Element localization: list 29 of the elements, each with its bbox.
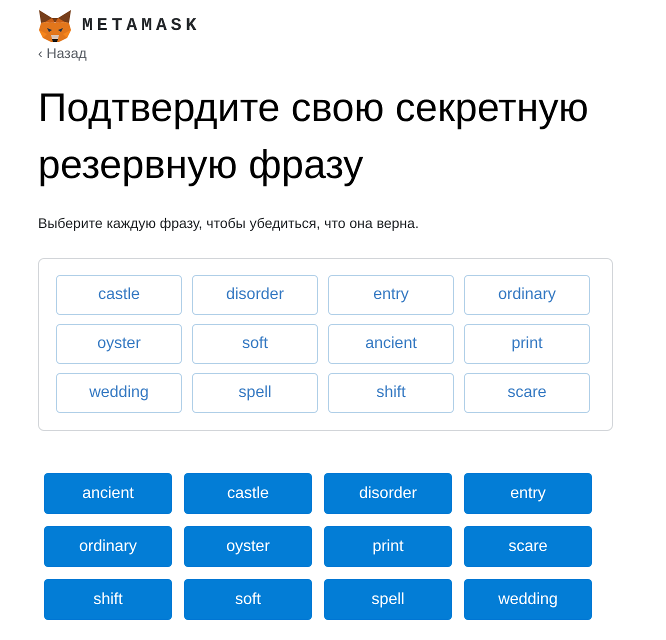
word-button[interactable]: print bbox=[324, 526, 452, 567]
instruction-text: Выберите каждую фразу, чтобы убедиться, что она верна. bbox=[38, 214, 420, 232]
selected-word-chip[interactable]: oyster bbox=[56, 324, 182, 364]
selected-word-chip[interactable]: ordinary bbox=[464, 275, 590, 315]
word-button[interactable]: soft bbox=[184, 579, 312, 620]
selected-word-chip[interactable]: scare bbox=[464, 373, 590, 413]
selected-word-chip[interactable]: spell bbox=[192, 373, 318, 413]
selected-word-chip[interactable]: print bbox=[464, 324, 590, 364]
fox-logo-icon bbox=[38, 10, 72, 42]
page-heading: Подтвердите свою секретную резервную фразу bbox=[38, 85, 590, 189]
word-button[interactable]: spell bbox=[324, 579, 452, 620]
word-button[interactable]: oyster bbox=[184, 526, 312, 567]
word-button[interactable]: entry bbox=[464, 473, 592, 514]
word-button[interactable]: castle bbox=[184, 473, 312, 514]
selected-word-chip[interactable]: ancient bbox=[328, 324, 454, 364]
word-button[interactable]: scare bbox=[464, 526, 592, 567]
selected-word-chip[interactable]: entry bbox=[328, 275, 454, 315]
selected-word-chip[interactable]: soft bbox=[192, 324, 318, 364]
selected-word-chip[interactable]: shift bbox=[328, 373, 454, 413]
word-button[interactable]: ordinary bbox=[44, 526, 172, 567]
word-button[interactable]: shift bbox=[44, 579, 172, 620]
selected-word-chip[interactable]: castle bbox=[56, 275, 182, 315]
selected-word-chip[interactable]: wedding bbox=[56, 373, 182, 413]
word-button[interactable]: ancient bbox=[44, 473, 172, 514]
brand-wordmark: METAMASK bbox=[82, 17, 200, 35]
back-link[interactable]: ‹ Назад bbox=[38, 44, 87, 62]
word-button[interactable]: disorder bbox=[324, 473, 452, 514]
word-button[interactable]: wedding bbox=[464, 579, 592, 620]
selected-word-chip[interactable]: disorder bbox=[192, 275, 318, 315]
